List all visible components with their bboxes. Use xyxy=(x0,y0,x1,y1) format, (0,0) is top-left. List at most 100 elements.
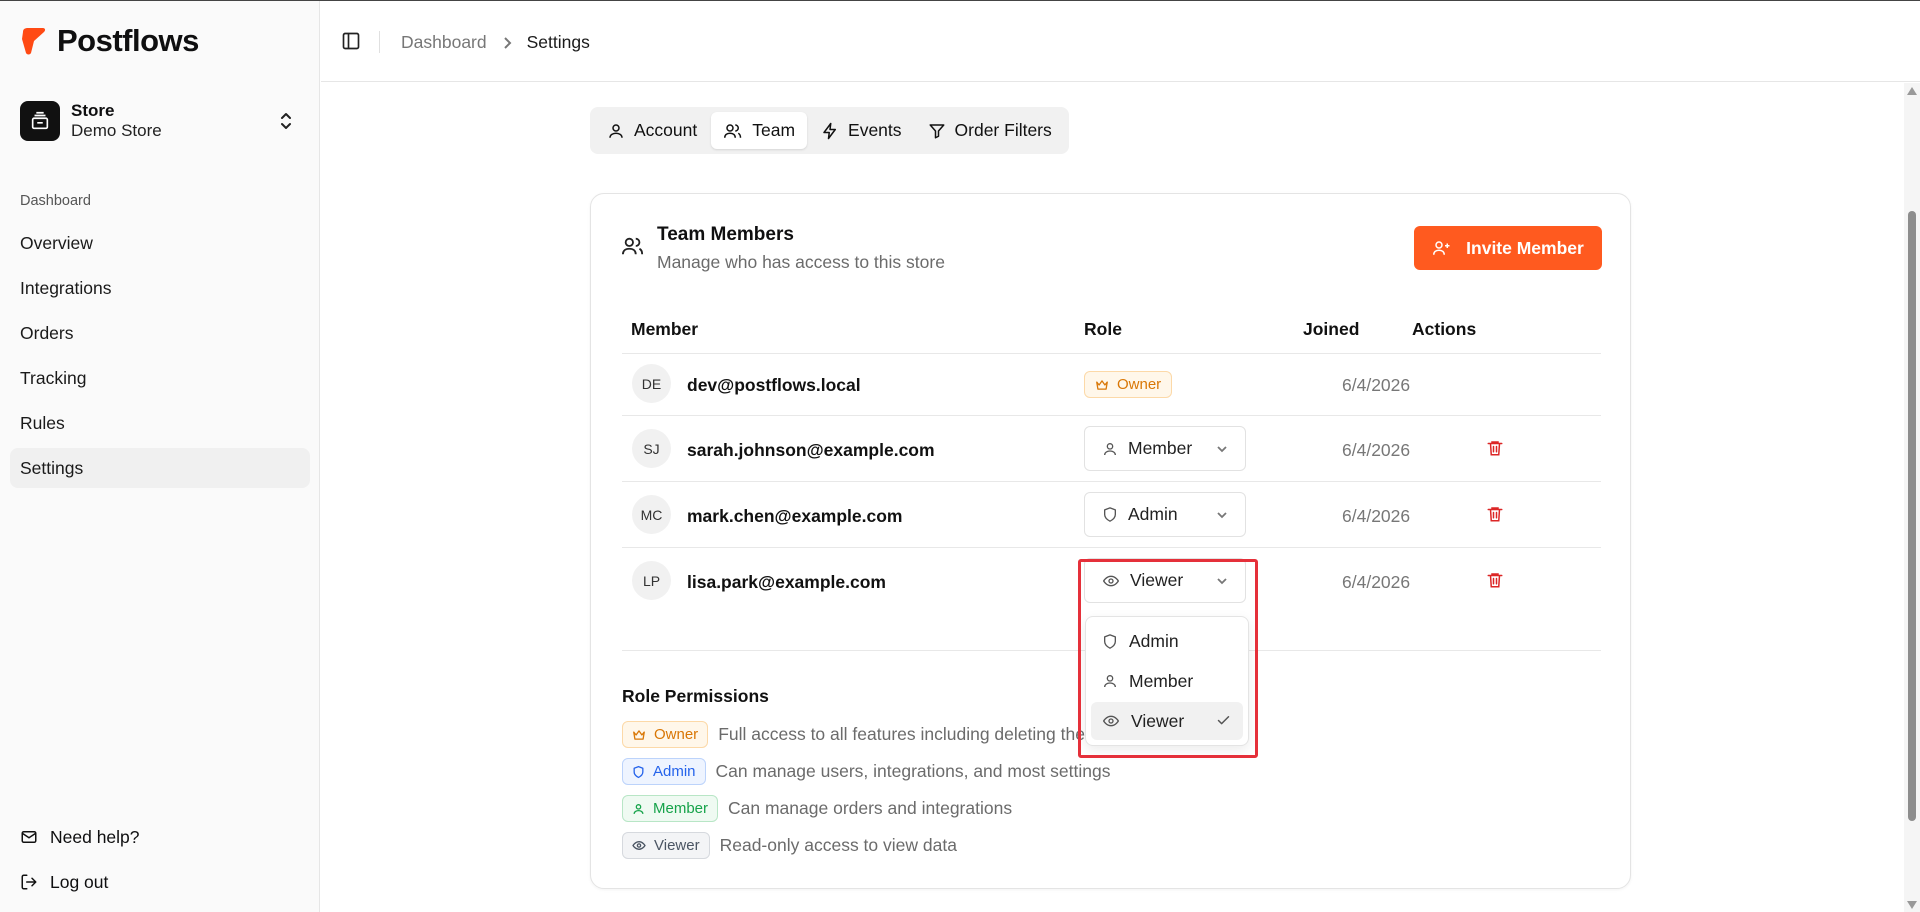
role-option-admin[interactable]: Admin xyxy=(1091,622,1243,660)
owner-badge: Owner xyxy=(1084,371,1173,398)
badge-label: Member xyxy=(653,800,709,817)
card-title: Team Members xyxy=(657,224,794,245)
page-scrollbar[interactable] xyxy=(1904,83,1920,912)
permission-row: Admin Can manage users, integrations, an… xyxy=(622,758,1110,785)
permission-description: Full access to all features including de… xyxy=(718,724,1085,744)
tab-account[interactable]: Account xyxy=(595,112,709,149)
user-icon xyxy=(1104,675,1116,688)
joined-date: 6/4/2026 xyxy=(1342,572,1411,592)
brand[interactable]: Postflows xyxy=(19,23,199,59)
user-plus-icon xyxy=(1433,241,1450,255)
tab-label: Order Filters xyxy=(954,120,1052,140)
role-select-value: Member xyxy=(1128,438,1193,458)
role-select[interactable]: Admin xyxy=(1084,492,1246,537)
member-email: sarah.johnson@example.com xyxy=(687,440,935,460)
top-bar: Dashboard Settings xyxy=(321,1,1920,82)
option-label: Admin xyxy=(1129,630,1179,651)
store-subtitle: Demo Store xyxy=(71,121,162,140)
sidebar-item-label: Tracking xyxy=(20,367,87,388)
crown-icon xyxy=(633,729,645,740)
role-select[interactable]: Member xyxy=(1084,426,1246,471)
check-icon xyxy=(1217,716,1230,725)
joined-date: 6/4/2026 xyxy=(1342,506,1411,526)
role-select-value: Admin xyxy=(1128,504,1178,524)
crown-icon xyxy=(1096,379,1108,390)
store-name: Store xyxy=(71,101,115,120)
sidebar-item-orders[interactable]: Orders xyxy=(10,313,310,353)
settings-tabs: Account Team Events Order Filters xyxy=(590,107,1069,154)
badge-label: Owner xyxy=(654,726,699,743)
member-badge: Member xyxy=(622,795,719,822)
nav-section-label: Dashboard xyxy=(20,193,91,209)
viewer-badge: Viewer xyxy=(622,832,710,859)
option-label: Viewer xyxy=(1131,710,1185,731)
table-header: Member Role Joined Actions xyxy=(622,297,1601,354)
tab-label: Account xyxy=(634,120,698,140)
trash-icon[interactable] xyxy=(1486,438,1504,458)
scrollbar-thumb[interactable] xyxy=(1908,211,1916,821)
permission-description: Can manage orders and integrations xyxy=(728,798,1013,818)
permission-row: Viewer Read-only access to view data xyxy=(622,832,957,859)
sidebar-item-label: Settings xyxy=(20,457,84,478)
sidebar-item-settings[interactable]: Settings xyxy=(10,448,310,488)
invite-member-button[interactable]: Invite Member xyxy=(1414,226,1602,270)
need-help-link[interactable]: Need help? xyxy=(10,817,310,857)
store-icon xyxy=(20,101,60,141)
sidebar-item-overview[interactable]: Overview xyxy=(10,223,310,263)
sidebar-item-label: Integrations xyxy=(20,277,112,298)
member-email: mark.chen@example.com xyxy=(687,506,903,526)
trash-icon[interactable] xyxy=(1486,570,1504,590)
trash-icon[interactable] xyxy=(1486,504,1504,524)
sidebar-nav: Overview Integrations Orders Tracking Ru… xyxy=(10,223,310,493)
permission-description: Read-only access to view data xyxy=(719,835,957,855)
postflows-logo-icon xyxy=(22,28,46,55)
role-label: Owner xyxy=(1117,376,1162,393)
sidebar: Postflows Store Demo Store Dashboard Ove… xyxy=(0,1,320,912)
sidebar-item-label: Overview xyxy=(20,232,93,253)
chevrons-up-down-icon xyxy=(281,113,291,129)
shield-icon xyxy=(1104,633,1116,649)
table-row: SJ sarah.johnson@example.com Member 6/4/… xyxy=(622,416,1601,482)
chevron-down-icon xyxy=(1217,446,1227,453)
avatar: LP xyxy=(632,561,671,600)
role-dropdown-menu: Admin Member Viewer xyxy=(1085,616,1249,746)
column-joined: Joined xyxy=(1303,319,1360,339)
permission-description: Can manage users, integrations, and most… xyxy=(715,761,1111,781)
chevron-right-icon xyxy=(503,36,512,49)
member-email: dev@postflows.local xyxy=(687,375,861,395)
sidebar-item-integrations[interactable]: Integrations xyxy=(10,268,310,308)
scroll-down-arrow[interactable] xyxy=(1907,901,1917,909)
sidebar-item-tracking[interactable]: Tracking xyxy=(10,358,310,398)
admin-badge: Admin xyxy=(622,758,706,785)
role-select[interactable]: Viewer xyxy=(1084,558,1246,603)
joined-date: 6/4/2026 xyxy=(1342,375,1411,395)
avatar: DE xyxy=(632,364,671,403)
chevron-down-icon xyxy=(1217,512,1227,519)
role-option-viewer[interactable]: Viewer xyxy=(1091,702,1243,740)
tab-order-filters[interactable]: Order Filters xyxy=(916,112,1064,149)
column-role: Role xyxy=(1084,319,1122,339)
tab-label: Events xyxy=(848,120,902,140)
avatar: SJ xyxy=(632,429,671,468)
breadcrumb-dashboard[interactable]: Dashboard xyxy=(401,32,487,53)
column-member: Member xyxy=(631,319,699,339)
tab-team[interactable]: Team xyxy=(711,112,808,149)
log-out-label: Log out xyxy=(50,871,109,892)
need-help-label: Need help? xyxy=(50,826,140,847)
sidebar-item-label: Rules xyxy=(20,412,65,433)
scroll-up-arrow[interactable] xyxy=(1907,87,1917,95)
mail-icon xyxy=(21,831,37,843)
option-label: Member xyxy=(1129,670,1194,691)
badge-label: Viewer xyxy=(654,837,700,854)
store-switcher[interactable]: Store Demo Store xyxy=(10,93,310,149)
user-icon xyxy=(609,123,623,138)
sidebar-item-rules[interactable]: Rules xyxy=(10,403,310,443)
role-option-member[interactable]: Member xyxy=(1091,662,1243,700)
shield-icon xyxy=(633,765,644,778)
eye-icon xyxy=(632,841,646,850)
log-out-link[interactable]: Log out xyxy=(10,862,310,902)
divider xyxy=(379,31,380,53)
user-icon xyxy=(633,803,644,814)
sidebar-toggle-icon[interactable] xyxy=(341,31,361,51)
tab-events[interactable]: Events xyxy=(809,112,914,149)
